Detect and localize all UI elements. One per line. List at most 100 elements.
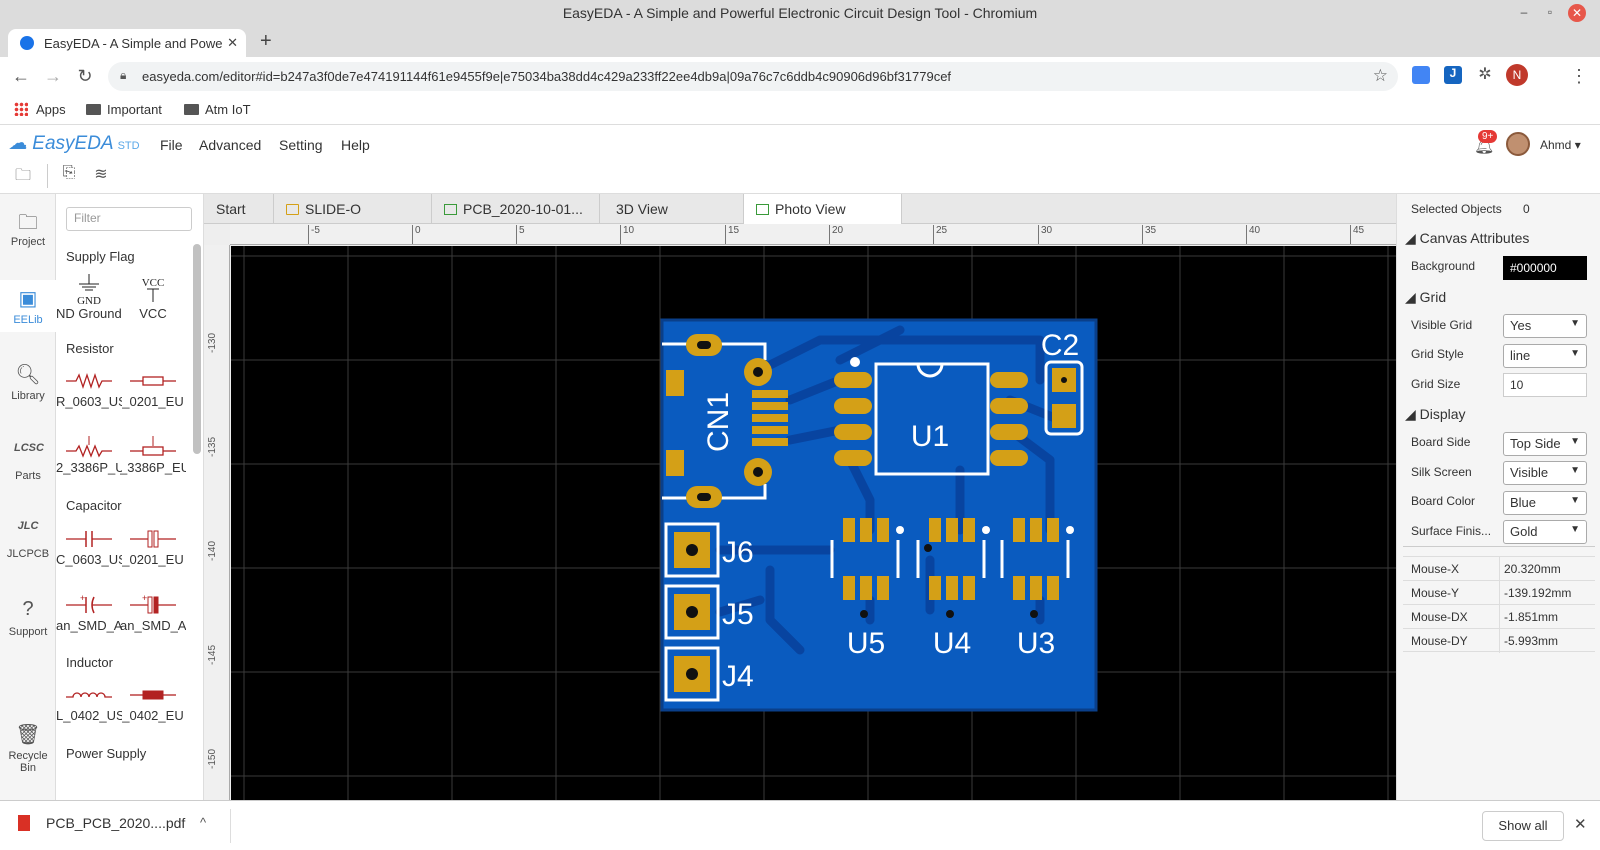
extension-j-icon[interactable]: J [1444, 66, 1462, 84]
grid-header[interactable]: ◢ Grid [1405, 289, 1446, 306]
lcsc-icon: LCSC [14, 442, 44, 454]
back-icon[interactable]: ← [10, 65, 32, 87]
canvas-area: -5 0 5 10 15 20 25 30 35 40 45 -130 -135 -140 -145 -15… [204, 224, 1396, 800]
copper-pad [666, 450, 684, 476]
sidebar-item-project[interactable]: 🗀︎ Project [0, 208, 56, 248]
show-all-button[interactable]: Show all [1482, 811, 1564, 841]
category-power-supply[interactable]: Power Supply [66, 746, 146, 761]
board-color-label: Board Color [1411, 494, 1476, 508]
pcb-canvas[interactable]: CN1 U1 C2 J6 J5 J4 U5 U4 U3 [231, 246, 1396, 800]
ruler-tick: -150 [207, 748, 218, 769]
download-item[interactable]: PCB_PCB_2020....pdf [18, 815, 185, 831]
copper-pad [1013, 518, 1025, 542]
menu-kebab-icon[interactable]: ⋮ [1568, 65, 1590, 87]
resistor-us-icon [66, 372, 112, 390]
maximize-icon[interactable]: ▫ [1542, 4, 1558, 20]
board-color-select[interactable]: Blue ▼ [1503, 491, 1587, 515]
menu-advanced[interactable]: Advanced [199, 137, 261, 153]
part-resistor-us[interactable]: R_0603_US [56, 368, 122, 409]
grid-size-input[interactable]: 10 [1503, 373, 1587, 397]
minimize-icon[interactable]: – [1516, 4, 1532, 20]
chevron-up-icon[interactable]: ^ [200, 815, 206, 830]
copper-pad [860, 518, 872, 542]
bookmark-apps[interactable]: Apps [14, 102, 66, 117]
tab-start[interactable]: Start [204, 194, 274, 224]
part-label: _0201_EU [122, 394, 184, 409]
library-filter-input[interactable]: Filter [66, 207, 192, 231]
display-header[interactable]: ◢ Display [1405, 406, 1466, 423]
menu-setting[interactable]: Setting [279, 137, 323, 153]
visible-grid-label: Visible Grid [1411, 318, 1473, 332]
tab-slide-o[interactable]: SLIDE-O [274, 194, 432, 224]
part-cap-eu[interactable]: _0201_EU [120, 526, 186, 567]
chevron-down-icon: ▼ [1570, 436, 1580, 447]
category-supply-flag[interactable]: Supply Flag [66, 249, 135, 264]
tab-3d-view[interactable]: 3D View [600, 194, 744, 224]
notification-badge: 9+ [1478, 130, 1498, 143]
pcb-photo-svg[interactable]: CN1 U1 C2 J6 J5 J4 U5 U4 U3 [231, 246, 1396, 800]
sidebar-item-jlcpcb[interactable]: JLC JLCPCB [0, 520, 56, 560]
category-inductor[interactable]: Inductor [66, 655, 113, 670]
browser-tab-title: EasyEDA - A Simple and Powe [44, 36, 223, 51]
part-cap-us[interactable]: C_0603_US [56, 526, 122, 567]
board-color-value: Blue [1510, 495, 1537, 510]
sidebar-item-support[interactable]: ? Support [0, 598, 56, 638]
library-panel: Filter Supply Flag GND ND Ground( VCC VC… [56, 194, 204, 800]
background-color-input[interactable]: #000000 [1503, 256, 1587, 280]
open-folder-icon[interactable]: 🗀︎ [12, 164, 34, 186]
sidebar-item-eelib[interactable]: ▣ EELib [0, 280, 56, 332]
library-scrollbar[interactable] [193, 244, 201, 454]
bookmark-star-icon[interactable]: ☆ [1373, 66, 1388, 86]
cloud-icon: ☁ [8, 133, 27, 154]
import-image-icon[interactable]: ⎘ [58, 164, 80, 186]
forward-icon[interactable]: → [42, 65, 64, 87]
part-inductor-us[interactable]: L_0402_US [56, 682, 122, 723]
selected-objects-count: 0 [1523, 202, 1530, 216]
grid-style-select[interactable]: line ▼ [1503, 344, 1587, 368]
bookmark-important[interactable]: Important [86, 102, 162, 117]
part-pot-eu[interactable]: _3386P_EU [120, 434, 186, 475]
part-inductor-eu[interactable]: _0402_EU [120, 682, 186, 723]
menu-help[interactable]: Help [341, 137, 370, 153]
close-tab-icon[interactable]: ✕ [227, 35, 238, 51]
layers-icon[interactable]: ≋ [90, 164, 112, 186]
part-resistor-eu[interactable]: _0201_EU [120, 368, 186, 409]
address-bar[interactable]: 🔒︎ easyeda.com/editor#id=b247a3f0de7e474… [108, 62, 1398, 91]
gnd-symbol-label: GND [77, 295, 101, 306]
surface-finish-select[interactable]: Gold ▼ [1503, 520, 1587, 544]
part-pot-us[interactable]: 2_3386P_U [56, 434, 122, 475]
pdf-file-icon [18, 815, 30, 831]
bookmark-atm-iot[interactable]: Atm IoT [184, 102, 251, 117]
canvas-attributes-header[interactable]: ◢ Canvas Attributes [1405, 230, 1529, 247]
part-gnd[interactable]: GND ND Ground( [56, 274, 122, 321]
part-vcc[interactable]: VCC VCC [120, 274, 186, 321]
part-cap-tantalum-eu[interactable]: + an_SMD_A [120, 592, 186, 633]
new-tab-icon[interactable]: + [260, 30, 272, 53]
close-window-icon[interactable]: ✕ [1568, 4, 1586, 22]
tab-pcb[interactable]: PCB_2020-10-01... [432, 194, 600, 224]
extensions-puzzle-icon[interactable]: ✲ [1476, 66, 1494, 84]
part-label: R_0603_US [56, 394, 122, 409]
sidebar-item-parts[interactable]: LCSC Parts [0, 442, 56, 482]
browser-tab[interactable]: EasyEDA - A Simple and Powe ✕ [8, 29, 246, 57]
close-download-bar-icon[interactable]: ✕ [1574, 815, 1587, 833]
user-avatar[interactable] [1506, 132, 1530, 156]
easyeda-logo[interactable]: ☁ EasyEDA STD [8, 132, 140, 155]
sidebar-item-library[interactable]: 🔍︎ Library [0, 362, 56, 402]
visible-grid-select[interactable]: Yes ▼ [1503, 314, 1587, 338]
profile-avatar[interactable]: N [1506, 64, 1528, 86]
reload-icon[interactable]: ↻ [74, 65, 96, 87]
part-cap-tantalum-us[interactable]: + an_SMD_A [56, 592, 122, 633]
user-menu[interactable]: Ahmd ▾ [1540, 138, 1581, 152]
category-resistor[interactable]: Resistor [66, 341, 114, 356]
sidebar-item-recycle-bin[interactable]: 🗑︎ Recycle Bin [0, 722, 56, 774]
mouse-dx-label: Mouse-DX [1411, 610, 1468, 624]
board-side-select[interactable]: Top Side ▼ [1503, 432, 1587, 456]
extension-icon[interactable] [1412, 66, 1430, 84]
copper-pad [843, 576, 855, 600]
pcb-label-j4: J4 [722, 660, 754, 693]
menu-file[interactable]: File [160, 137, 183, 153]
silk-screen-select[interactable]: Visible ▼ [1503, 461, 1587, 485]
tab-photo-view[interactable]: Photo View [744, 194, 902, 224]
category-capacitor[interactable]: Capacitor [66, 498, 122, 513]
